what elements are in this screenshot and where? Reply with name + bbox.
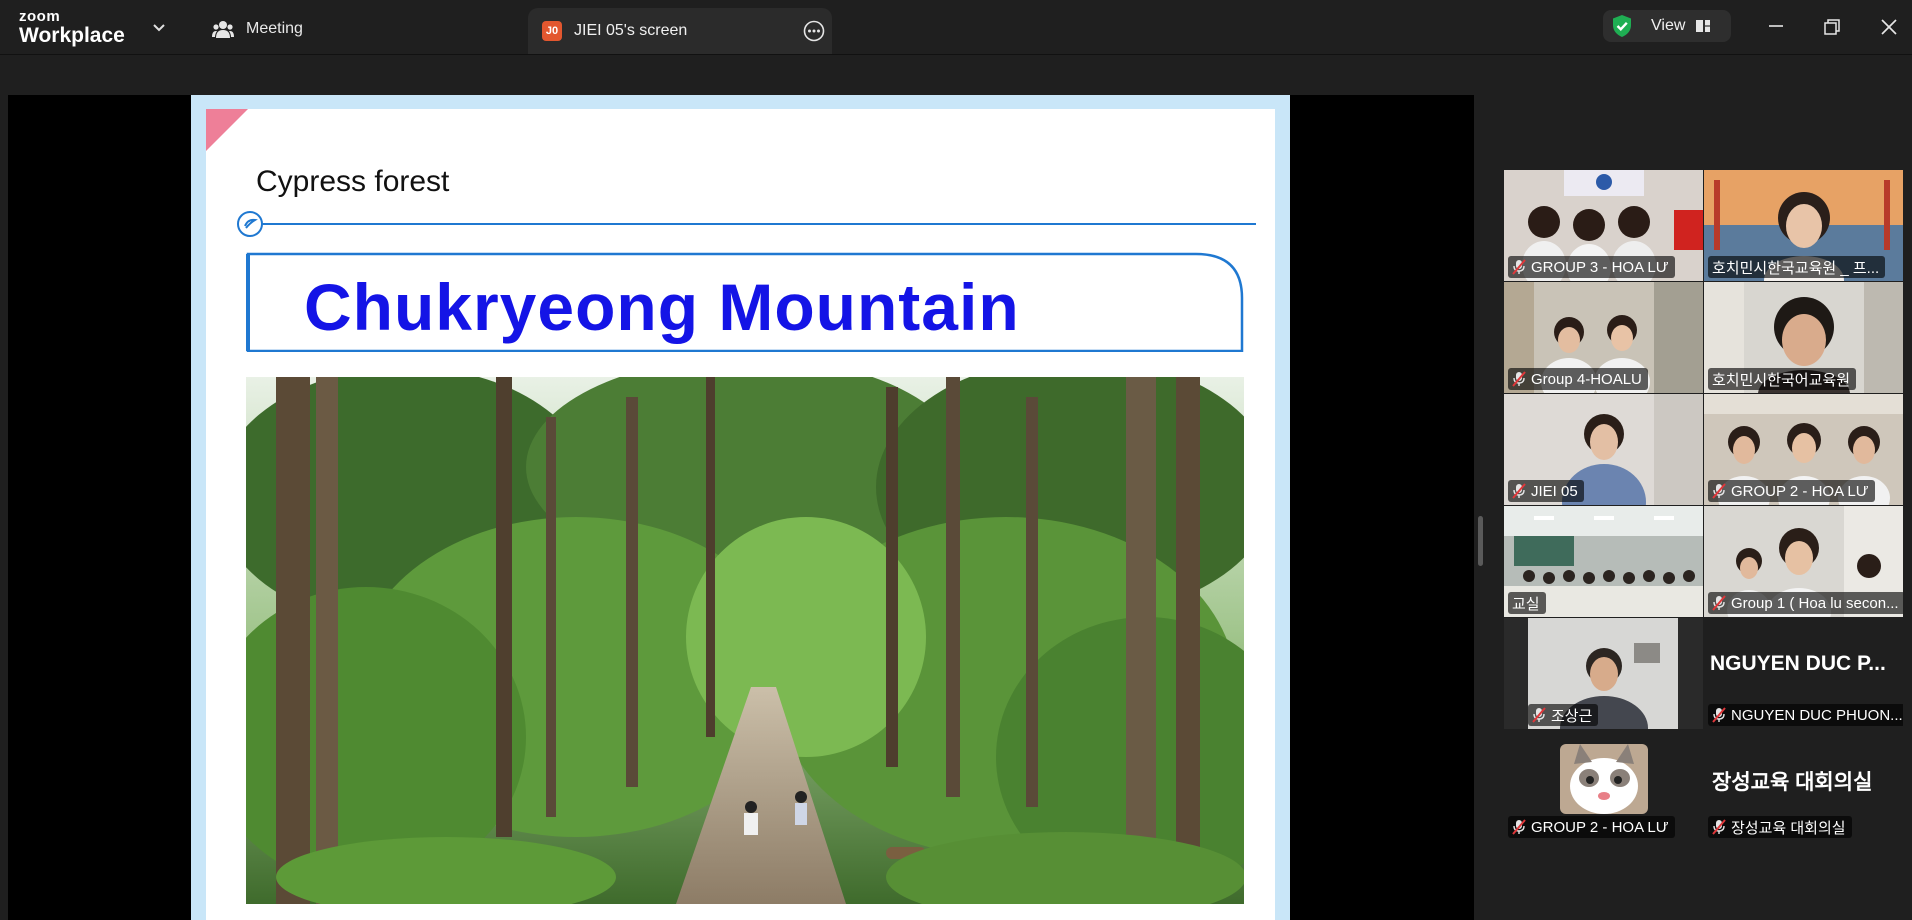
participant-name-tag: GROUP 2 - HOA LƯ: [1508, 816, 1675, 838]
brand-top: zoom: [19, 8, 61, 25]
participant-tile[interactable]: GROUP 2 - HOA LƯ: [1504, 730, 1703, 841]
participant-name: 호치민시한국교육원 _ 프...: [1712, 259, 1880, 277]
participant-tile[interactable]: Group 1 ( Hoa lu secon...: [1704, 506, 1903, 617]
panel-resize-handle[interactable]: [1478, 516, 1483, 566]
divider: [0, 54, 1912, 55]
participant-name: GROUP 2 - HOA LƯ: [1731, 482, 1869, 500]
participant-name-tag: 교실: [1508, 592, 1546, 614]
participant-name: 조상근: [1551, 707, 1593, 725]
participant-name: Group 1 ( Hoa lu secon...: [1731, 594, 1899, 612]
chevron-down-icon[interactable]: [150, 18, 168, 36]
participant-tile-active-speaker[interactable]: 호치민시한국어교육원: [1704, 282, 1903, 393]
participant-name-tag: 호치민시한국교육원 _ 프...: [1708, 256, 1886, 278]
brand-bottom: Workplace: [19, 24, 125, 47]
corner-decoration: [206, 109, 248, 151]
participant-name-tag: 조상근: [1528, 704, 1599, 726]
participant-display-name: NGUYEN DUC P...: [1710, 652, 1886, 675]
participant-name-tag: JIEI 05: [1508, 480, 1584, 502]
sharer-avatar-badge: J0: [542, 21, 562, 41]
participant-name-tag: GROUP 3 - HOA LƯ: [1508, 256, 1675, 278]
tab-shared-screen[interactable]: J0 JIEI 05's screen: [528, 8, 832, 54]
title-bar: zoom Workplace Meeting J0 JIEI 05's scre…: [0, 0, 1912, 54]
shield-check-icon: [1613, 15, 1631, 37]
participant-name: 교실: [1512, 595, 1540, 613]
more-options-icon[interactable]: [803, 20, 825, 42]
participant-name-tag: NGUYEN DUC PHUON...: [1708, 704, 1903, 726]
tab-meeting-label: Meeting: [246, 20, 303, 37]
gallery-layout-icon: [1696, 20, 1711, 32]
mic-muted-icon: [1712, 595, 1726, 611]
participant-tile[interactable]: 호치민시한국교육원 _ 프...: [1704, 170, 1903, 281]
participant-tile[interactable]: GROUP 3 - HOA LƯ: [1504, 170, 1703, 281]
view-button[interactable]: View: [1603, 10, 1731, 42]
participant-tile[interactable]: NGUYEN DUC P... NGUYEN DUC PHUON...: [1704, 618, 1903, 729]
participant-name: GROUP 2 - HOA LƯ: [1531, 818, 1669, 836]
participant-name-tag: GROUP 2 - HOA LƯ: [1708, 480, 1875, 502]
shared-screen-viewport[interactable]: Cypress forest Chukryeong Mountain: [8, 95, 1474, 920]
mic-muted-icon: [1512, 259, 1526, 275]
heading-rule: [237, 211, 1256, 237]
view-button-label: View: [1651, 17, 1686, 34]
participant-name-tag: Group 1 ( Hoa lu secon...: [1708, 592, 1903, 614]
participant-name-tag: 호치민시한국어교육원: [1708, 368, 1857, 390]
tab-meeting[interactable]: Meeting: [212, 14, 303, 44]
slide-canvas: Cypress forest Chukryeong Mountain: [206, 109, 1275, 920]
minimize-icon[interactable]: [1763, 14, 1789, 40]
participant-name-tag: Group 4-HOALU: [1508, 368, 1648, 390]
participant-display-name: 장성교육 대회의실: [1712, 771, 1873, 794]
mic-muted-icon: [1532, 707, 1546, 723]
close-icon[interactable]: [1876, 14, 1902, 40]
mic-muted-icon: [1712, 707, 1726, 723]
participant-tile[interactable]: JIEI 05: [1504, 394, 1703, 505]
participant-tile[interactable]: GROUP 2 - HOA LƯ: [1704, 394, 1903, 505]
participant-tile[interactable]: 조상근: [1504, 618, 1703, 729]
participant-name: 호치민시한국어교육원: [1712, 371, 1851, 389]
participant-name: GROUP 3 - HOA LƯ: [1531, 258, 1669, 276]
participant-tile[interactable]: 장성교육 대회의실 장성교육 대회의실: [1704, 730, 1903, 841]
participant-tile[interactable]: 교실: [1504, 506, 1703, 617]
zoom-workplace-logo: zoom Workplace: [19, 9, 125, 46]
restore-icon[interactable]: [1819, 14, 1845, 40]
participant-name: Group 4-HOALU: [1531, 370, 1642, 388]
forest-photo: [246, 377, 1244, 904]
participant-name: 장성교육 대회의실: [1731, 819, 1846, 837]
slide-title: Chukryeong Mountain: [304, 270, 1020, 344]
tab-shared-screen-label: JIEI 05's screen: [574, 22, 688, 39]
participant-name: NGUYEN DUC PHUON...: [1731, 706, 1903, 724]
participants-icon: [212, 21, 234, 38]
presentation-slide: Cypress forest Chukryeong Mountain: [191, 95, 1290, 920]
mic-muted-icon: [1512, 819, 1526, 835]
slide-heading: Cypress forest: [256, 165, 450, 198]
participant-tile[interactable]: Group 4-HOALU: [1504, 282, 1703, 393]
mic-muted-icon: [1512, 483, 1526, 499]
participant-name-tag: 장성교육 대회의실: [1708, 816, 1852, 838]
participant-name: JIEI 05: [1531, 482, 1578, 500]
mic-muted-icon: [1712, 819, 1726, 835]
mic-muted-icon: [1712, 483, 1726, 499]
mic-muted-icon: [1512, 371, 1526, 387]
